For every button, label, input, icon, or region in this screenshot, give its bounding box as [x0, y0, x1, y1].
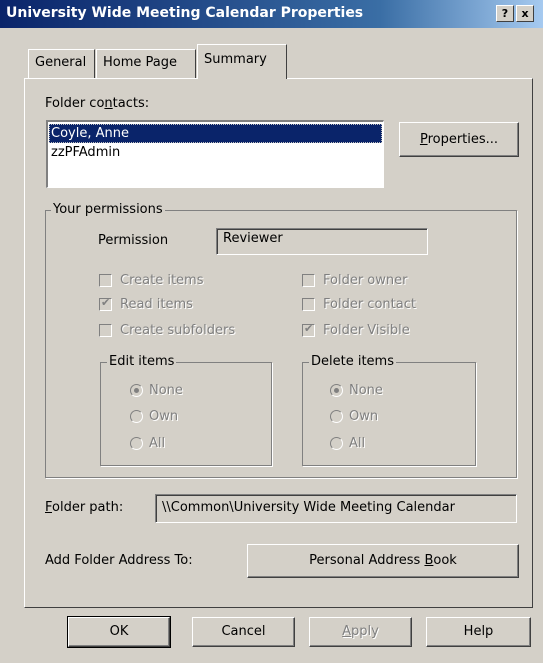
- radio-button: [130, 383, 143, 397]
- checkmark-icon: ✔: [304, 321, 314, 335]
- edit-items-group: Edit items: [100, 354, 272, 466]
- checkmark-icon: ✔: [101, 295, 111, 309]
- checkbox-box: ✔: [302, 321, 315, 337]
- create-items-checkbox[interactable]: Create items: [99, 271, 203, 289]
- folder-contacts-list[interactable]: Coyle, Anne zzPFAdmin: [46, 120, 384, 188]
- permission-label: Permission: [98, 233, 169, 248]
- tab-summary[interactable]: Summary: [197, 44, 287, 79]
- radio-button: [330, 409, 343, 423]
- create-subfolders-checkbox[interactable]: Create subfolders: [99, 321, 235, 339]
- permission-field[interactable]: Reviewer: [216, 228, 428, 255]
- checkbox-box: [99, 273, 112, 287]
- title-bar: University Wide Meeting Calendar Propert…: [0, 0, 543, 28]
- edit-none-radio[interactable]: None: [130, 381, 183, 399]
- folder-path-field[interactable]: \\Common\University Wide Meeting Calenda…: [155, 494, 517, 523]
- window-title: University Wide Meeting Calendar Propert…: [6, 5, 364, 21]
- edit-all-radio[interactable]: All: [130, 434, 165, 452]
- radio-button: [130, 436, 143, 450]
- edit-own-radio[interactable]: Own: [130, 407, 178, 425]
- folder-path-label: Folder path:: [45, 500, 124, 515]
- radio-button: [330, 383, 343, 397]
- edit-items-label: Edit items: [107, 354, 177, 369]
- checkbox-box: ✔: [99, 295, 112, 311]
- radio-button: [130, 409, 143, 423]
- read-items-checkbox[interactable]: ✔ Read items: [99, 295, 193, 313]
- help-title-button[interactable]: ?: [496, 5, 514, 22]
- checkbox-box: [99, 323, 112, 337]
- properties-button[interactable]: Properties...: [399, 122, 519, 157]
- cancel-button[interactable]: Cancel: [192, 617, 295, 647]
- checkbox-box: [302, 297, 315, 311]
- delete-all-radio[interactable]: All: [330, 434, 365, 452]
- delete-none-radio[interactable]: None: [330, 381, 383, 399]
- folder-contact-checkbox[interactable]: Folder contact: [302, 295, 416, 313]
- help-button[interactable]: Help: [426, 617, 531, 647]
- add-folder-address-label: Add Folder Address To:: [45, 553, 193, 568]
- tab-home-page[interactable]: Home Page: [96, 49, 196, 78]
- radio-button: [330, 436, 343, 450]
- personal-address-book-button[interactable]: Personal Address Book: [247, 544, 519, 578]
- apply-button[interactable]: Apply: [309, 617, 412, 647]
- close-title-button[interactable]: x: [516, 5, 534, 22]
- delete-own-radio[interactable]: Own: [330, 407, 378, 425]
- list-item[interactable]: Coyle, Anne: [49, 124, 382, 143]
- folder-visible-checkbox[interactable]: ✔ Folder Visible: [302, 321, 410, 339]
- permissions-group-label: Your permissions: [51, 202, 165, 217]
- delete-items-group: Delete items: [302, 354, 476, 466]
- checkbox-box: [302, 273, 315, 287]
- folder-owner-checkbox[interactable]: Folder owner: [302, 271, 407, 289]
- ok-button[interactable]: OK: [67, 616, 171, 648]
- list-item[interactable]: zzPFAdmin: [49, 143, 382, 162]
- tab-general[interactable]: General: [28, 49, 95, 78]
- folder-contacts-label: Folder contacts:: [45, 96, 150, 111]
- delete-items-label: Delete items: [309, 354, 396, 369]
